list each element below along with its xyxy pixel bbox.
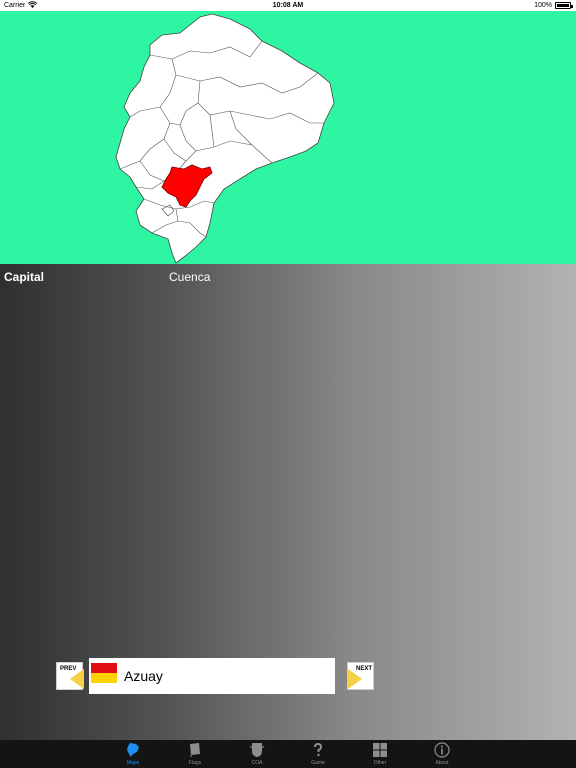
- tab-label: Maps: [126, 760, 140, 766]
- status-time: 10:08 AM: [272, 2, 304, 9]
- province-flag: [91, 663, 117, 683]
- flag-icon: [190, 743, 200, 757]
- province-map[interactable]: [0, 11, 576, 264]
- tab-label: Other: [373, 760, 387, 766]
- capital-label: Capital: [4, 270, 45, 284]
- tab-label: About: [435, 760, 449, 766]
- tab-about[interactable]: About: [422, 740, 462, 768]
- province-name: Azuay: [124, 668, 163, 684]
- tab-label: Game: [311, 760, 325, 766]
- tab-label: COA: [251, 760, 263, 766]
- arrow-right-icon: [348, 669, 362, 689]
- tab-flags[interactable]: Flags: [175, 740, 215, 768]
- ecuador-map: [115, 13, 335, 264]
- status-bar: Carrier 10:08 AM 100%: [0, 0, 576, 11]
- tab-coa[interactable]: COA: [237, 740, 277, 768]
- grid-icon: [373, 743, 387, 757]
- tab-bar: Maps Flags COA Game Other About: [0, 740, 576, 768]
- map-icon: [127, 743, 139, 757]
- province-info-panel: Capital Cuenca PREV Azuay NEXT: [0, 264, 576, 740]
- battery-icon: [555, 2, 573, 9]
- province-selector: Azuay: [89, 658, 335, 694]
- prev-button[interactable]: PREV: [56, 662, 84, 690]
- tab-label: Flags: [188, 760, 202, 766]
- capital-value: Cuenca: [169, 270, 211, 284]
- arrow-left-icon: [70, 669, 84, 689]
- ecuador-outline: [115, 13, 335, 264]
- info-icon: [434, 742, 450, 758]
- tab-maps[interactable]: Maps: [113, 740, 153, 768]
- question-icon: [314, 742, 323, 757]
- battery-percent: 100%: [534, 2, 552, 9]
- next-button[interactable]: NEXT: [347, 662, 374, 690]
- tab-game[interactable]: Game: [298, 740, 338, 768]
- coat-of-arms-icon: [249, 743, 265, 757]
- tab-other[interactable]: Other: [360, 740, 400, 768]
